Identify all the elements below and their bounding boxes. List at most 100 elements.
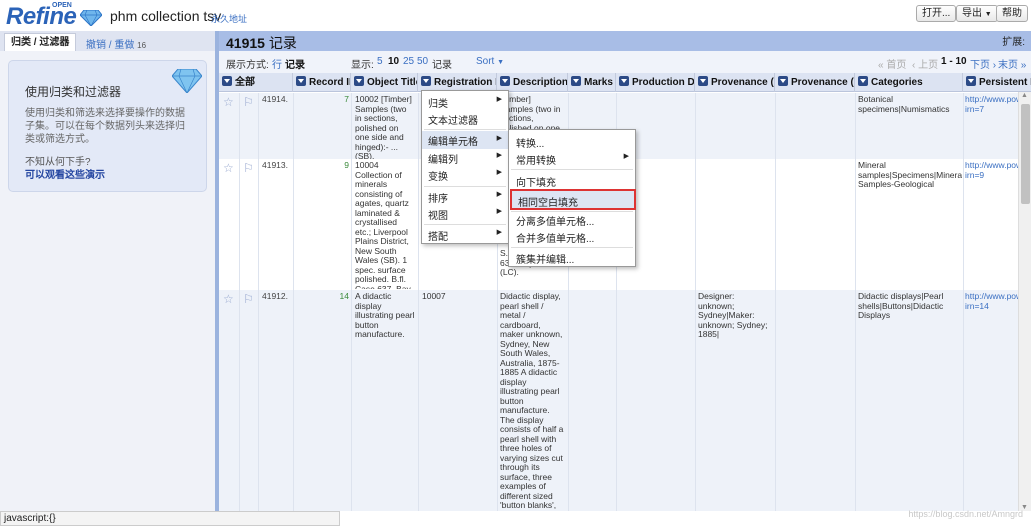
col-all[interactable]: 全部 [219, 73, 293, 92]
col-registration-dropdown-icon[interactable] [421, 76, 431, 86]
col-description-dropdown-icon[interactable] [500, 76, 510, 86]
menu-item-transpose[interactable]: 变换 ▶ [422, 168, 508, 184]
row-index: 41912. [262, 292, 288, 301]
menu-item-split-multivalued[interactable]: 分离多值单元格... [509, 213, 635, 229]
mode-rows-link[interactable]: 行 [272, 56, 282, 71]
persistent-link-cell[interactable]: http://www.pow irn=9 [965, 161, 1022, 180]
mode-records-current: 记录 [285, 60, 305, 71]
history-count: 16 [137, 41, 147, 50]
record-id-cell[interactable]: 7 [295, 95, 349, 105]
last-page-link[interactable]: 末页 » [998, 56, 1026, 71]
menu-item-fill-down[interactable]: 向下填充 [509, 174, 635, 190]
col-production-date[interactable]: Production Date [616, 73, 695, 92]
col-object-title[interactable]: Object Title [351, 73, 418, 92]
prev-page-link[interactable]: ‹ 上页 [912, 56, 938, 71]
first-page-link[interactable]: « 首页 [878, 56, 906, 71]
col-provenance-his-dropdown-icon[interactable] [778, 76, 788, 86]
openrefine-logo[interactable]: Refine OPEN [6, 2, 106, 30]
col-record-id-label: Record ID [309, 77, 350, 88]
menu-item-text-filter[interactable]: 文本过滤器 [422, 112, 508, 128]
menu-item-common-transforms[interactable]: 常用转换 ▶ [509, 152, 635, 168]
left-tabs: 归类 / 过滤器 撤销 / 重做 16 [0, 31, 215, 51]
submenu-arrow-icon: ▶ [496, 229, 502, 236]
col-production-date-dropdown-icon[interactable] [619, 76, 629, 86]
edit-cells-submenu: 转换... 常用转换 ▶ 向下填充 相同空白填充 分离多值单元格... 合并多值单… [508, 129, 636, 267]
facet-help-box: 使用归类和过滤器 使用归类和筛选来选择要操作的数据子集。可以在每个数据列头来选择… [8, 60, 207, 192]
provenance-cell[interactable]: Designer: unknown; Sydney|Maker: unknown… [698, 292, 773, 340]
categories-cell[interactable]: Mineral samples|Specimens|Mineral Sample… [858, 161, 962, 190]
open-label: 打开... [922, 8, 951, 19]
col-provenance-pro-dropdown-icon[interactable] [698, 76, 708, 86]
menu-item-cluster-edit[interactable]: 簇集并编辑... [509, 251, 635, 267]
vertical-scrollbar[interactable]: ▲ ▼ [1018, 92, 1031, 511]
scroll-up-arrow-icon[interactable]: ▲ [1021, 92, 1028, 99]
star-icon[interactable]: ☆ [223, 161, 234, 175]
col-record-id[interactable]: Record ID [293, 73, 351, 92]
flag-icon[interactable]: ⚐ [243, 161, 254, 175]
submenu-arrow-icon: ▶ [496, 96, 502, 103]
record-id-cell[interactable]: 14 [295, 292, 349, 302]
screencasts-link[interactable]: 可以观看这些演示 [25, 166, 105, 181]
project-title[interactable]: phm collection tsv [110, 8, 221, 24]
col-marks[interactable]: Marks [568, 73, 616, 92]
help-title: 使用归类和过滤器 [25, 85, 122, 99]
menu-item-facet[interactable]: 归类 ▶ [422, 95, 508, 111]
col-persistent-link-dropdown-icon[interactable] [966, 76, 976, 86]
col-all-dropdown-icon[interactable] [222, 76, 232, 86]
star-icon[interactable]: ☆ [223, 95, 234, 109]
col-categories[interactable]: Categories [855, 73, 963, 92]
categories-cell[interactable]: Didactic displays|Pearl shells|Buttons|D… [858, 292, 962, 321]
persistent-link-cell[interactable]: http://www.pow irn=7 [965, 95, 1022, 114]
description-cell[interactable]: Didactic display, pearl shell / metal / … [500, 292, 566, 510]
page-size-5[interactable]: 5 [377, 56, 383, 67]
record-id-cell[interactable]: 9 [295, 161, 349, 171]
star-icon[interactable]: ☆ [223, 292, 234, 306]
diamond-icon [172, 69, 202, 93]
scrollbar-thumb[interactable] [1021, 104, 1030, 204]
help-label: 帮助 [1002, 8, 1022, 19]
col-record-id-dropdown-icon[interactable] [296, 76, 306, 86]
menu-item-view[interactable]: 视图 ▶ [422, 207, 508, 223]
categories-cell[interactable]: Botanical specimens|Numismatics [858, 95, 962, 114]
open-button[interactable]: 打开... [916, 5, 957, 22]
permalink-link[interactable]: 永久地址 [211, 12, 247, 25]
col-object-title-dropdown-icon[interactable] [354, 76, 364, 86]
col-categories-dropdown-icon[interactable] [858, 76, 868, 86]
next-page-link[interactable]: 下页 › [970, 56, 996, 71]
object-title-cell[interactable]: 10004 Collection of minerals consisting … [355, 161, 415, 289]
menu-item-sort[interactable]: 排序 ▶ [422, 190, 508, 206]
persistent-link-cell[interactable]: http://www.pow irn=14 [965, 292, 1022, 311]
menu-item-join-multivalued[interactable]: 合并多值单元格... [509, 230, 635, 246]
object-title-cell[interactable]: A didactic display illustrating pearl bu… [355, 292, 415, 340]
col-marks-dropdown-icon[interactable] [571, 76, 581, 86]
help-button[interactable]: 帮助 [996, 5, 1028, 22]
col-provenance-his[interactable]: Provenance (His [775, 73, 855, 92]
object-title-cell[interactable]: 10002 [Timber] Samples (two in sections,… [355, 95, 415, 159]
col-registration-label: Registration Nur [434, 77, 496, 88]
tab-undo-redo[interactable]: 撤销 / 重做 16 [86, 36, 146, 51]
menu-item-edit-column[interactable]: 编辑列 ▶ [422, 151, 508, 167]
col-persistent-link[interactable]: Persistent Lin [963, 73, 1031, 92]
left-panel: 归类 / 过滤器 撤销 / 重做 16 使用归类和过滤器 使用归类和筛选来选择要… [0, 31, 215, 511]
flag-icon[interactable]: ⚐ [243, 292, 254, 306]
column-header-row: 全部 Record ID Object Title Registration N… [219, 73, 1031, 92]
page-size-50[interactable]: 50 [417, 56, 428, 67]
sort-menu[interactable]: Sort ▼ [476, 56, 504, 67]
row-index: 41913. [262, 161, 288, 170]
col-all-label: 全部 [235, 77, 255, 88]
registration-cell[interactable]: 10007 [422, 292, 494, 302]
page-size-25[interactable]: 25 [403, 56, 414, 67]
menu-item-edit-cells[interactable]: 编辑单元格 ▶ [422, 131, 508, 149]
tab-facet-filter[interactable]: 归类 / 过滤器 [4, 33, 77, 51]
submenu-arrow-icon: ▶ [496, 135, 502, 142]
flag-icon[interactable]: ⚐ [243, 95, 254, 109]
view-header: 41915 记录 扩展: [219, 31, 1031, 51]
menu-item-transform[interactable]: 转换... [509, 135, 635, 151]
menu-item-edit-column-label: 编辑列 [428, 155, 458, 166]
sort-label: Sort [476, 56, 495, 67]
menu-item-blank-down[interactable]: 相同空白填充 [510, 189, 636, 210]
col-provenance-pro[interactable]: Provenance (Pro [695, 73, 775, 92]
record-count-unit: 记录 [268, 35, 297, 51]
export-button[interactable]: 导出 ▼ [956, 5, 998, 22]
menu-item-reconcile[interactable]: 搭配 ▶ [422, 228, 508, 244]
